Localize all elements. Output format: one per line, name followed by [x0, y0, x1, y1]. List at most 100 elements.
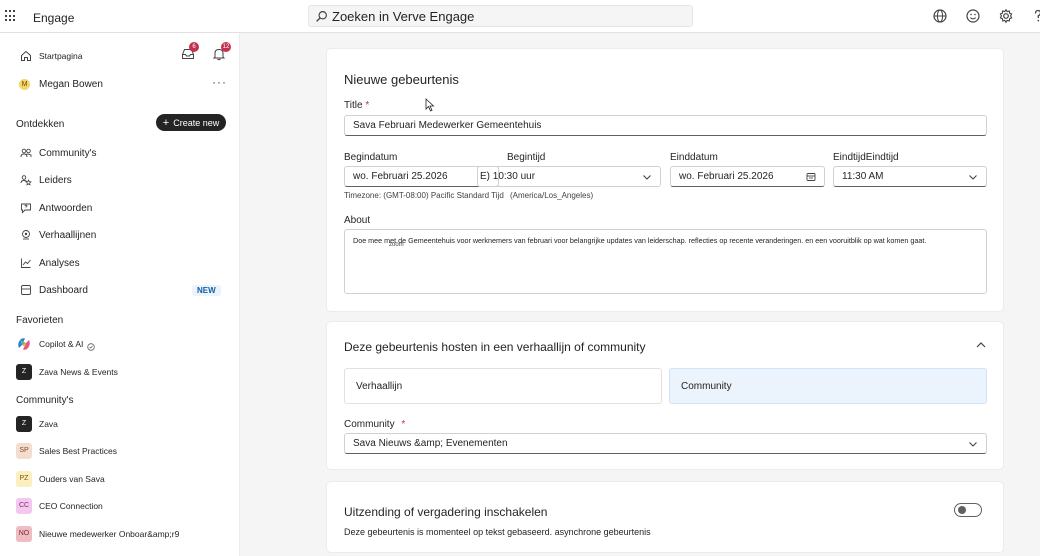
sidebar-item-label: Copilot & AI — [39, 339, 84, 349]
community-value: Sava Nieuws &amp; Evenementen — [353, 438, 508, 449]
community-avatar: Z — [16, 364, 32, 380]
broadcast-card: Uitzending of vergadering inschakelen De… — [326, 481, 1004, 553]
help-icon[interactable] — [1030, 8, 1040, 24]
emoji-feedback-icon[interactable] — [965, 8, 981, 24]
community-label-text: Community — [344, 419, 395, 430]
title-input[interactable]: Sava Februari Medewerker Gemeentehuis — [344, 115, 987, 136]
more-options-icon[interactable]: ··· — [212, 75, 227, 89]
new-event-card: Nieuwe gebeurtenis Title * Sava Februari… — [326, 48, 1004, 312]
community-avatar: NO — [16, 526, 32, 542]
avatar: M — [19, 78, 30, 90]
start-date-input[interactable]: wo. Februari 25.2026 — [344, 166, 499, 187]
sidebar-item-onboarding[interactable]: NO Nieuwe medewerker Onboar&amp;r9 — [0, 523, 240, 545]
app-launcher-icon[interactable] — [5, 10, 17, 22]
sidebar-item-home[interactable]: Startpagina — [0, 45, 240, 67]
sidebar-item-leaders[interactable]: Leiders — [0, 169, 240, 191]
sidebar-item-label: Antwoorden — [39, 202, 93, 214]
community-label: Community * — [344, 419, 405, 430]
sidebar-item-label: Zava News & Events — [39, 367, 118, 377]
page-title: Nieuwe gebeurtenis — [344, 72, 459, 87]
start-date-value: wo. Februari 25.2026 — [353, 171, 448, 182]
end-time-select[interactable]: 11:30 AM — [833, 166, 987, 187]
toggle-knob — [958, 506, 966, 514]
broadcast-heading: Uitzending of vergadering inschakelen — [344, 505, 548, 519]
community-select[interactable]: Sava Nieuws &amp; Evenementen — [344, 433, 987, 454]
sidebar-item-label: Community's — [39, 147, 97, 159]
option-storyline-label: Verhaallijn — [356, 380, 403, 392]
required-mark: * — [365, 100, 370, 111]
copilot-icon — [16, 336, 32, 352]
sidebar-item-zava[interactable]: Z Zava — [0, 413, 240, 435]
section-discover: Ontdekken — [16, 119, 65, 130]
option-community-label: Community — [681, 380, 732, 392]
option-community[interactable]: Community — [669, 368, 987, 404]
host-section-card: Deze gebeurtenis hosten in een verhaalli… — [326, 321, 1004, 470]
sidebar-item-label: Analyses — [39, 257, 80, 269]
sidebar-item-label: Ouders van Sava — [39, 474, 105, 484]
gear-icon[interactable] — [998, 8, 1014, 24]
bell-badge: 12 — [221, 42, 231, 52]
app-name: Engage — [33, 11, 75, 25]
end-date-input[interactable]: wo. Februari 25.2026 — [670, 166, 825, 187]
mouse-cursor-icon — [425, 98, 435, 112]
sidebar-item-answers[interactable]: Antwoorden — [0, 197, 240, 219]
sidebar-item-communities[interactable]: Community's — [0, 142, 240, 164]
sidebar-item-storylines[interactable]: Verhaallijnen — [0, 224, 240, 246]
search-box[interactable] — [308, 5, 693, 27]
sidebar-item-label: Verhaallijnen — [39, 229, 97, 241]
chevron-up-icon[interactable] — [975, 339, 987, 351]
new-badge: NEW — [192, 284, 221, 296]
create-new-label: Create new — [173, 117, 220, 128]
about-label: About — [344, 215, 371, 226]
start-time-label: Begintijd — [507, 152, 546, 163]
sidebar-item-ouders-van-sava[interactable]: PZ Ouders van Sava — [0, 468, 240, 490]
calendar-icon[interactable] — [806, 172, 816, 182]
host-section-heading: Deze gebeurtenis hosten in een verhaalli… — [344, 340, 646, 354]
top-bar: Engage — [0, 0, 1040, 33]
sidebar-item-label: Dashboard — [39, 284, 88, 296]
analytics-icon — [20, 257, 32, 269]
create-new-button[interactable]: + Create new — [156, 114, 226, 131]
sidebar-item-dashboard[interactable]: Dashboard NEW — [0, 279, 240, 301]
community-avatar: SP — [16, 443, 32, 459]
end-date-value: wo. Februari 25.2026 — [679, 171, 774, 182]
sidebar-item-label: Leiders — [39, 174, 72, 186]
about-textarea[interactable]: Doe mee met de Gemeentehuis voor werknem… — [344, 229, 987, 294]
sidebar-item-ceo-connection[interactable]: CC CEO Connection — [0, 495, 240, 517]
community-avatar: PZ — [16, 471, 32, 487]
search-input[interactable] — [332, 8, 672, 24]
option-storyline[interactable]: Verhaallijn — [344, 368, 662, 404]
storylines-icon — [20, 229, 32, 241]
sidebar-item-label: Startpagina — [39, 51, 83, 61]
sidebar-item-copilot[interactable]: Copilot & AI — [0, 333, 240, 355]
broadcast-toggle[interactable] — [954, 503, 982, 517]
sidebar-item-label: Nieuwe medewerker Onboar&amp;r9 — [39, 529, 180, 539]
plus-icon: + — [162, 116, 170, 129]
chevron-down-icon — [969, 175, 977, 180]
timezone-note: Timezone: (GMT-08:00) Pacific Standard T… — [344, 191, 504, 200]
end-date-label: Einddatum — [670, 152, 718, 163]
about-overlap-text: zoom — [389, 242, 404, 248]
sidebar-item-label: CEO Connection — [39, 501, 103, 511]
start-date-label: Begindatum — [344, 152, 398, 163]
end-time-label: EindtijdEindtijd — [833, 152, 899, 163]
title-label-text: Title — [344, 100, 363, 111]
dashboard-icon — [20, 284, 32, 296]
leaders-icon — [20, 174, 32, 186]
sidebar-item-profile[interactable]: M Megan Bowen — [0, 73, 240, 95]
verified-icon — [87, 340, 95, 351]
globe-icon[interactable] — [932, 8, 948, 24]
end-time-value: 11:30 AM — [842, 171, 884, 182]
sidebar-item-analytics[interactable]: Analyses — [0, 252, 240, 274]
community-avatar: CC — [16, 498, 32, 514]
sidebar-item-zava-news[interactable]: Z Zava News & Events — [0, 361, 240, 383]
start-time-select[interactable]: E) 10:30 uur — [477, 166, 661, 187]
sidebar-item-sales-best-practices[interactable]: SP Sales Best Practices — [0, 440, 240, 462]
broadcast-description: Deze gebeurtenis is momenteel op tekst g… — [344, 527, 651, 537]
communities-icon — [20, 147, 32, 159]
home-icon — [20, 50, 32, 62]
required-mark: * — [401, 419, 406, 430]
section-communities: Community's — [16, 395, 74, 406]
timezone-id: (America/Los_Angeles) — [510, 191, 594, 200]
answers-icon — [20, 202, 32, 214]
